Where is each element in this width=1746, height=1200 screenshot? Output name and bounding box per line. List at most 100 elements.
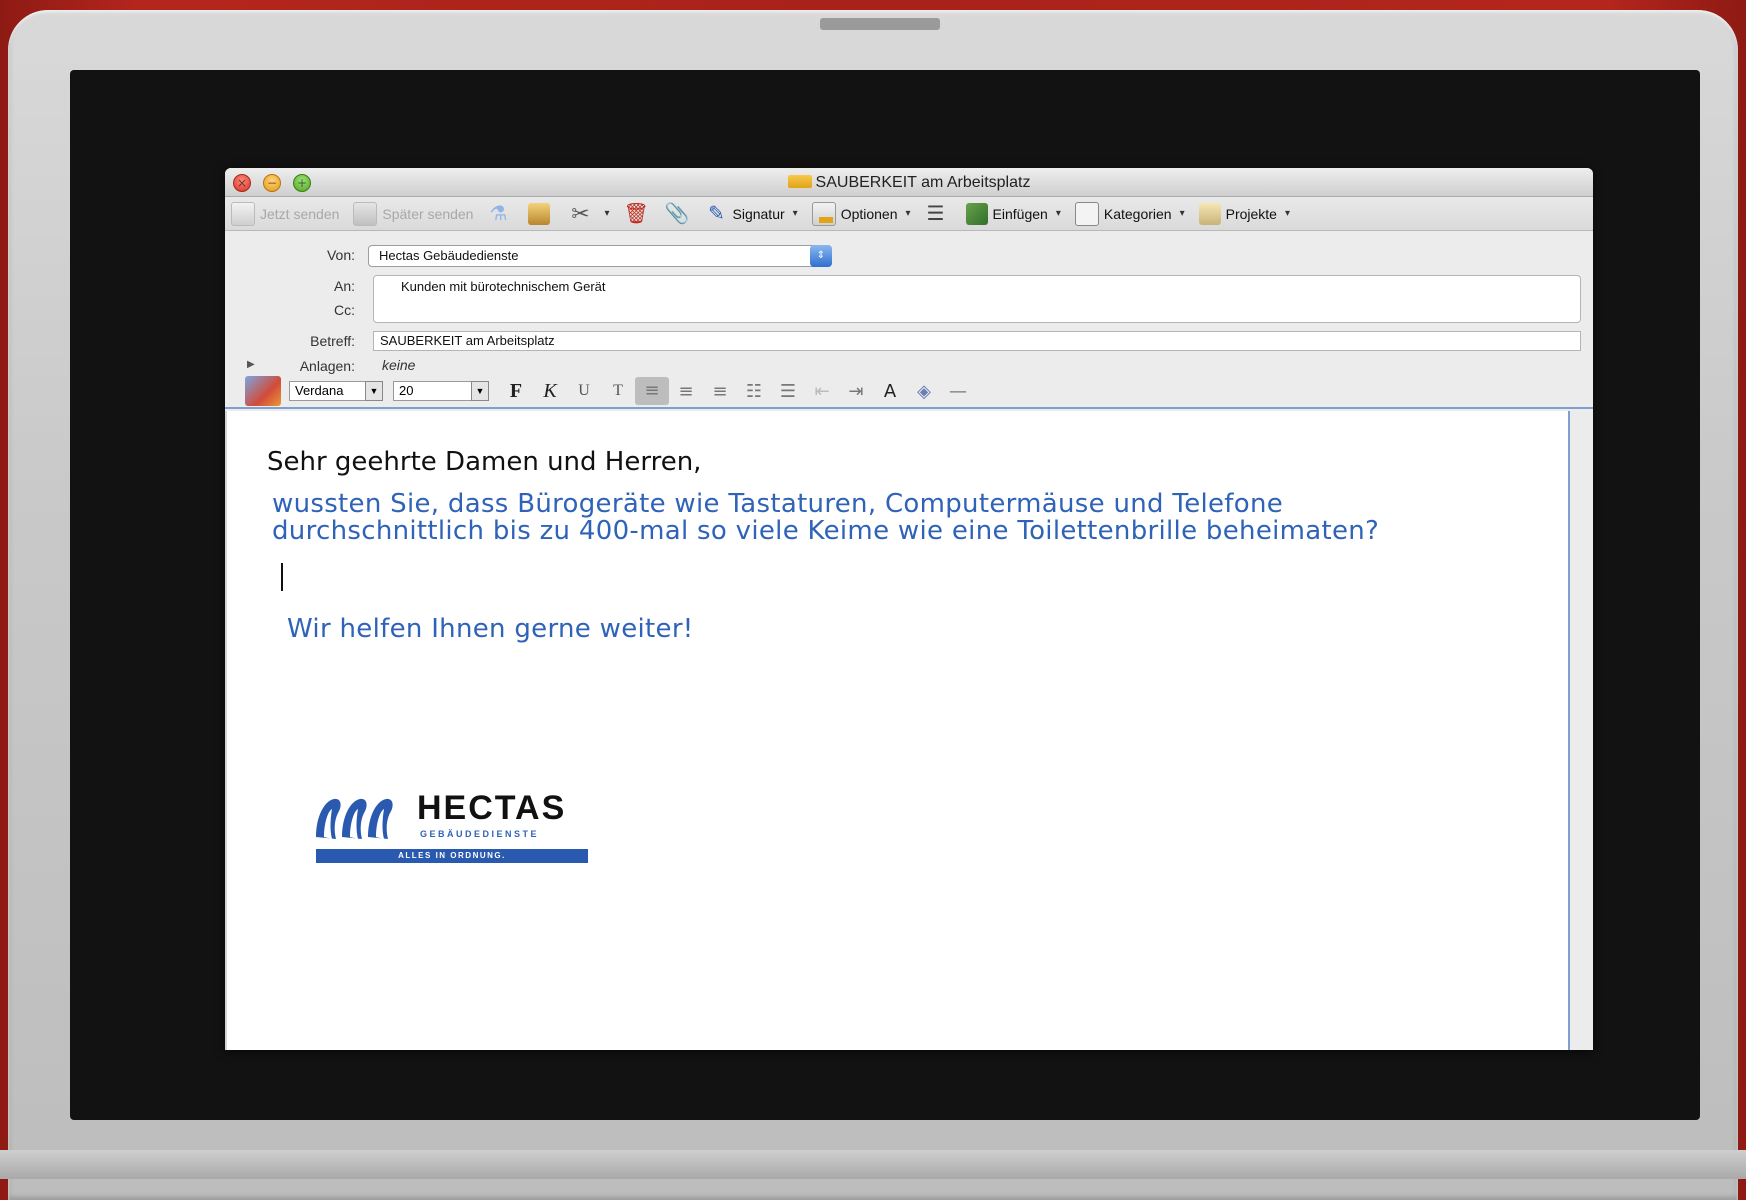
projects-icon xyxy=(1198,202,1221,225)
paint-bucket-icon: ◈ xyxy=(917,380,931,402)
numbered-list-button[interactable]: ☷ xyxy=(737,381,771,402)
attachments-label: Anlagen: xyxy=(299,358,355,374)
penguins-icon xyxy=(316,798,393,839)
bullet-list-icon: ☰ xyxy=(779,380,797,402)
bold-button[interactable]: F xyxy=(499,380,533,403)
disclosure-triangle-icon[interactable]: ▶ xyxy=(247,359,255,370)
numbered-list-icon: ☷ xyxy=(745,380,763,402)
message-body[interactable]: Sehr geehrte Damen und Herren, wussten S… xyxy=(225,411,1572,1050)
format-bar: Verdana ▼ 20 ▼ F K U T ≡ ≡ ≡ ☷ ☰ ⇤ ⇥ A ◈… xyxy=(225,375,1593,409)
greeting-text: Sehr geehrte Damen und Herren, xyxy=(267,447,702,477)
webcam xyxy=(820,18,940,30)
categories-icon xyxy=(1074,201,1099,226)
to-label: An: xyxy=(333,278,355,294)
subject-label: Betreff: xyxy=(310,333,355,349)
mail-compose-window: × − + SAUBERKEIT am Arbeitsplatz Jetzt s… xyxy=(225,168,1593,1050)
bullet-list-button[interactable]: ☰ xyxy=(771,381,805,402)
flask-icon: ⚗ xyxy=(489,202,508,225)
titlebar: × − + SAUBERKEIT am Arbeitsplatz xyxy=(225,168,1593,197)
body-paragraph: wussten Sie, dass Bürogeräte wie Tastatu… xyxy=(272,491,1572,545)
text-color-button[interactable]: A xyxy=(873,381,907,402)
color-palette-icon[interactable] xyxy=(245,376,281,406)
send-now-label: Jetzt senden xyxy=(260,205,340,222)
italic-button[interactable]: K xyxy=(533,380,567,403)
scissors-icon: ✂ xyxy=(571,200,590,226)
indent-button[interactable]: ⇥ xyxy=(839,381,873,402)
paperclip-icon: 📎 xyxy=(664,202,690,225)
categories-label: Kategorien xyxy=(1103,205,1172,222)
hectas-logo: HECTAS GEBÄUDEDIENSTE ALLES IN ORDNUNG. xyxy=(312,789,602,873)
send-icon xyxy=(231,201,255,226)
delete-button[interactable]: 🗑 xyxy=(624,203,651,225)
signature-label: Signatur xyxy=(732,205,785,222)
options-label: Optionen xyxy=(840,205,898,222)
align-right-button[interactable]: ≡ xyxy=(703,381,737,402)
insert-image-icon xyxy=(965,202,988,225)
window-title-text: SAUBERKEIT am Arbeitsplatz xyxy=(815,174,1031,191)
options-button[interactable]: Optionen ▾ xyxy=(811,201,911,226)
underline-button[interactable]: U xyxy=(567,382,601,400)
projects-label: Projekte xyxy=(1225,205,1277,222)
pen-icon: ✎ xyxy=(708,202,725,225)
size-select[interactable]: 20 ▼ xyxy=(393,381,489,401)
body-line-2: durchschnittlich bis zu 400-mal so viele… xyxy=(272,516,1380,546)
spellcheck-button[interactable]: ⚗ xyxy=(487,203,514,225)
options-icon xyxy=(811,201,836,226)
from-label: Von: xyxy=(326,247,355,263)
chevron-down-icon: ▼ xyxy=(471,381,489,401)
chevron-down-icon: ▾ xyxy=(604,208,610,219)
toolbar: Jetzt senden Später senden ⚗ ✂ ▾ 🗑 📎 ✎ Sig… xyxy=(225,197,1593,231)
scrollbar[interactable] xyxy=(1568,411,1593,1050)
cc-label: Cc: xyxy=(334,302,355,318)
chevron-down-icon: ▾ xyxy=(1179,208,1185,219)
horizontal-rule-icon: — xyxy=(949,380,967,402)
logo-subtitle: GEBÄUDEDIENSTE xyxy=(420,829,540,839)
stepper-icon: ⇕ xyxy=(810,245,832,267)
outdent-icon: ⇤ xyxy=(814,380,830,402)
send-now-button[interactable]: Jetzt senden xyxy=(231,201,340,226)
copy-button[interactable] xyxy=(528,202,555,225)
from-value: Hectas Gebäudedienste xyxy=(379,248,519,263)
text-caret xyxy=(281,563,283,591)
send-later-label: Später senden xyxy=(382,205,474,222)
align-center-icon: ≡ xyxy=(678,380,694,402)
align-center-button[interactable]: ≡ xyxy=(669,381,703,402)
logo-name: HECTAS xyxy=(417,789,567,827)
indent-icon: ⇥ xyxy=(848,380,864,402)
categories-button[interactable]: Kategorien ▾ xyxy=(1074,201,1185,226)
from-select[interactable]: Hectas Gebäudedienste ⇕ xyxy=(368,245,832,267)
attachments-value: keine xyxy=(382,357,416,373)
cut-button[interactable]: ✂ ▾ xyxy=(569,200,610,226)
align-left-icon: ≡ xyxy=(644,380,660,401)
strikethrough-button[interactable]: T xyxy=(601,382,635,400)
size-value: 20 xyxy=(399,383,414,398)
font-select[interactable]: Verdana ▼ xyxy=(289,381,383,401)
text-color-icon: A xyxy=(883,380,897,402)
format-list-button[interactable]: ☰ xyxy=(925,203,952,225)
outdent-button[interactable]: ⇤ xyxy=(805,381,839,402)
window-title: SAUBERKEIT am Arbeitsplatz xyxy=(225,174,1593,192)
chevron-down-icon: ▼ xyxy=(365,381,383,401)
horizontal-rule-button[interactable]: — xyxy=(941,381,975,402)
send-later-icon xyxy=(353,201,378,226)
font-value: Verdana xyxy=(295,383,344,398)
signature-button[interactable]: ✎ Signatur ▾ xyxy=(706,203,798,225)
subject-value: SAUBERKEIT am Arbeitsplatz xyxy=(380,333,555,348)
chevron-down-icon: ▾ xyxy=(905,208,911,219)
body-line-1: wussten Sie, dass Bürogeräte wie Tastatu… xyxy=(272,489,1284,519)
send-later-button[interactable]: Später senden xyxy=(353,201,474,226)
chevron-down-icon: ▾ xyxy=(792,208,798,219)
attach-button[interactable]: 📎 xyxy=(665,203,692,225)
list-icon: ☰ xyxy=(926,202,945,225)
chevron-down-icon: ▾ xyxy=(1284,208,1290,219)
subject-input[interactable]: SAUBERKEIT am Arbeitsplatz xyxy=(373,331,1581,351)
align-right-icon: ≡ xyxy=(712,380,728,402)
insert-label: Einfügen xyxy=(992,205,1048,222)
copy-icon xyxy=(528,202,551,225)
to-value: Kunden mit bürotechnischem Gerät xyxy=(401,279,606,294)
projects-button[interactable]: Projekte ▾ xyxy=(1198,202,1290,225)
insert-button[interactable]: Einfügen ▾ xyxy=(965,202,1061,225)
recipients-field[interactable]: Kunden mit bürotechnischem Gerät xyxy=(373,275,1581,323)
align-left-button[interactable]: ≡ xyxy=(635,377,669,405)
highlight-button[interactable]: ◈ xyxy=(907,381,941,402)
